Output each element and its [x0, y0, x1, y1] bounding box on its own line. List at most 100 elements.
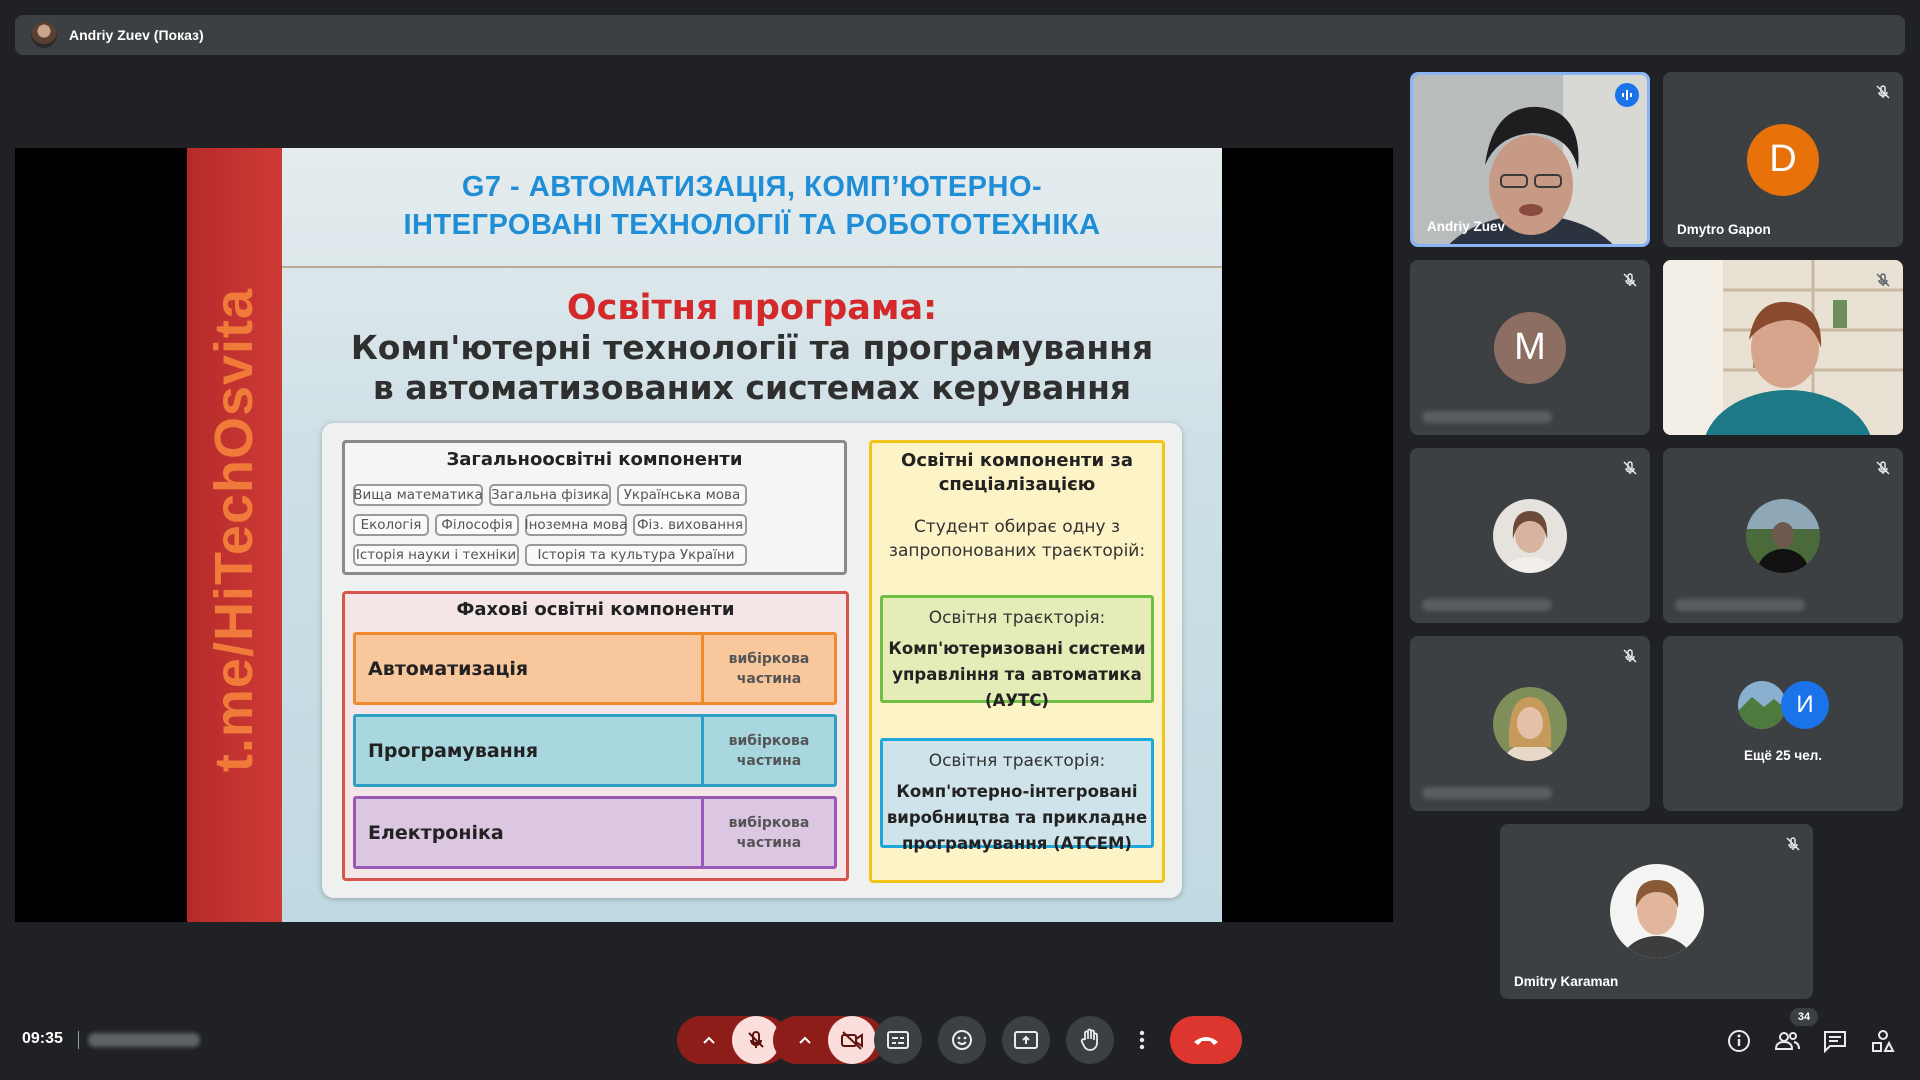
reactions-button[interactable] — [938, 1016, 986, 1064]
component-row-electronics: Електроніка вибіркова частина — [353, 796, 837, 869]
captions-icon — [887, 1031, 909, 1049]
present-screen-button[interactable] — [1002, 1016, 1050, 1064]
trajectory-auts: Освітня траєкторія: Комп'ютеризовані сис… — [880, 595, 1154, 710]
hang-up-icon — [1194, 1037, 1218, 1045]
activities-icon[interactable] — [1870, 1028, 1896, 1054]
chip: Іноземна мова — [525, 514, 627, 536]
participant-avatar — [1493, 686, 1567, 761]
more-participants-tile[interactable]: И Ещё 25 чел. — [1663, 636, 1903, 811]
participant-tile-dmitry-karaman[interactable]: Dmitry Karaman — [1500, 824, 1813, 999]
trajectory-label: Освітня траєкторія: — [928, 608, 1106, 628]
presenter-name: Andriy Zuev (Показ) — [69, 27, 204, 43]
trajectory-atsem: Освітня траєкторія: Комп'ютерно-інтегров… — [880, 738, 1154, 853]
participant-avatar — [1610, 864, 1704, 958]
presenter-bar: Andriy Zuev (Показ) — [15, 15, 1905, 55]
participant-tile-m[interactable]: M — [1410, 260, 1650, 435]
row-label: Електроніка — [368, 821, 504, 844]
general-components-box: Загальноосвітні компоненти Вища математи… — [342, 440, 847, 575]
specialization-text: Студент обирає одну з запропонованих тра… — [888, 517, 1146, 561]
participant-avatar: M — [1494, 311, 1566, 384]
participant-tile-photo-2[interactable] — [1663, 448, 1903, 623]
professional-components-title: Фахові освітні компоненти — [456, 599, 735, 620]
audio-options-button[interactable] — [686, 1016, 732, 1064]
presentation-slide: G7 - АВТОМАТИЗАЦІЯ, КОМП’ЮТЕРНО- ІНТЕГРО… — [282, 148, 1222, 922]
participant-name-blurred — [1675, 599, 1805, 611]
participant-tile-photo-1[interactable] — [1410, 448, 1650, 623]
trajectory-label: Освітня траєкторія: — [928, 751, 1106, 771]
participant-avatar: D — [1747, 123, 1819, 196]
control-bar: 09:35 34 — [0, 1000, 1920, 1080]
participant-name: Dmitry Karaman — [1514, 974, 1619, 989]
meeting-time: 09:35 — [22, 1030, 63, 1047]
chevron-up-icon — [799, 1036, 811, 1044]
specialization-box: Освітні компоненти за спеціалізацією Сту… — [869, 440, 1165, 883]
participant-name: Andriy Zuev — [1427, 219, 1506, 234]
trajectory-name: Комп'ютеризовані системи управління та а… — [888, 639, 1146, 710]
chip: Екологія — [353, 514, 429, 536]
participant-avatar: И — [1781, 681, 1829, 729]
component-row-programming: Програмування вибіркова частина — [353, 714, 837, 787]
program-label: Освітня програма: — [566, 288, 938, 328]
mic-off-icon — [1623, 649, 1637, 663]
slide-title: G7 - АВТОМАТИЗАЦІЯ, КОМП’ЮТЕРНО- ІНТЕГРО… — [403, 171, 1101, 241]
raise-hand-button[interactable] — [1066, 1016, 1114, 1064]
participant-name-blurred — [1422, 599, 1552, 611]
participant-video — [1663, 260, 1903, 435]
participant-count-badge: 34 — [1790, 1008, 1818, 1026]
slide-divider — [282, 266, 1222, 268]
camera-control — [773, 1016, 885, 1064]
more-options-button[interactable] — [1118, 1016, 1166, 1064]
chip: Загальна фізика — [489, 484, 611, 506]
row-elective: вибіркова частина — [701, 635, 834, 702]
professional-components-box: Фахові освітні компоненти Автоматизація … — [342, 591, 849, 881]
participant-tile-andriy-zuev[interactable]: Andriy Zuev — [1410, 72, 1650, 247]
divider — [78, 1031, 79, 1049]
presentation-stage[interactable]: t.me/HiTechOsvita G7 - АВТОМАТИЗАЦІЯ, КО… — [15, 148, 1393, 922]
people-icon[interactable] — [1774, 1028, 1800, 1054]
chat-icon[interactable] — [1822, 1028, 1848, 1054]
more-vert-icon — [1139, 1030, 1145, 1050]
emoji-icon — [952, 1030, 972, 1050]
present-screen-icon — [1014, 1031, 1038, 1049]
participant-tile-video-woman[interactable] — [1663, 260, 1903, 435]
participant-name: Dmytro Gapon — [1677, 222, 1771, 237]
row-elective: вибіркова частина — [701, 717, 834, 784]
slide-side-banner: t.me/HiTechOsvita — [187, 148, 282, 922]
chip: Вища математика — [353, 484, 483, 506]
row-label: Автоматизація — [368, 657, 529, 680]
participant-avatar — [1746, 498, 1820, 573]
chip: Історія та культура України — [525, 544, 747, 566]
component-row-automation: Автоматизація вибіркова частина — [353, 632, 837, 705]
mic-off-icon — [1876, 85, 1890, 99]
row-elective: вибіркова частина — [701, 799, 834, 866]
specialization-title: Освітні компоненти за спеціалізацією — [901, 450, 1133, 495]
speaking-indicator-icon — [1615, 83, 1639, 107]
program-name: Комп'ютерні технології та програмування … — [350, 328, 1154, 407]
participant-avatar — [1493, 498, 1567, 573]
components-panel: Загальноосвітні компоненти Вища математи… — [322, 423, 1182, 898]
chip: Філософія — [435, 514, 519, 536]
leave-call-button[interactable] — [1170, 1016, 1242, 1064]
chevron-up-icon — [703, 1036, 715, 1044]
captions-button[interactable] — [874, 1016, 922, 1064]
participant-tile-dmytro-gapon[interactable]: D Dmytro Gapon — [1663, 72, 1903, 247]
camera-toggle-button[interactable] — [828, 1016, 876, 1064]
hand-icon — [1080, 1028, 1098, 1051]
participant-tile-photo-3[interactable] — [1410, 636, 1650, 811]
meeting-info-icon[interactable] — [1726, 1028, 1752, 1054]
mic-off-icon — [1623, 273, 1637, 287]
participant-name-blurred — [1422, 787, 1552, 799]
mic-off-icon — [748, 1030, 764, 1048]
meeting-code-blurred — [88, 1033, 200, 1047]
video-options-button[interactable] — [782, 1016, 828, 1064]
presenter-avatar — [31, 22, 57, 48]
participant-name-blurred — [1422, 411, 1552, 423]
row-label: Програмування — [368, 739, 539, 762]
more-participants-label: Ещё 25 чел. — [1743, 748, 1823, 763]
mic-off-icon — [1786, 837, 1800, 851]
chip: Фіз. виховання — [633, 514, 747, 536]
camera-off-icon — [841, 1031, 863, 1050]
general-components-title: Загальноосвітні компоненти — [446, 449, 743, 470]
participant-avatar — [1738, 681, 1786, 729]
chip: Історія науки і техніки — [353, 544, 519, 566]
